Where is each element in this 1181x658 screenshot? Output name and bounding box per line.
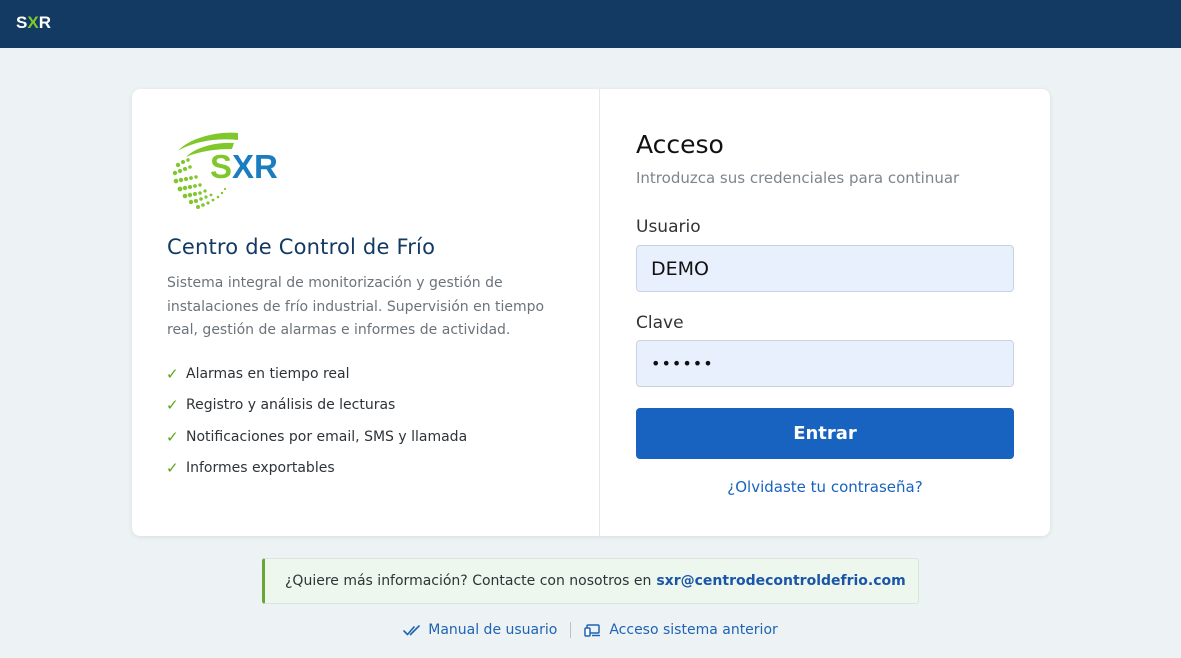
feature-label: Alarmas en tiempo real (186, 366, 350, 382)
password-input[interactable] (636, 340, 1014, 387)
top-navbar: SXR (0, 0, 1181, 48)
login-subtitle: Introduzca sus credenciales para continu… (636, 169, 960, 187)
topbar-logo-s: S (16, 13, 28, 32)
contact-info-box: ¿Quiere más información? Contacte con no… (262, 558, 919, 604)
check-icon: ✓ (166, 458, 179, 477)
password-label: Clave (636, 313, 684, 333)
topbar-logo-r: R (38, 13, 51, 32)
footer-separator (570, 622, 572, 638)
contact-email-link[interactable]: sxr@centrodecontroldefrio.com (656, 573, 905, 589)
username-input[interactable] (636, 245, 1014, 292)
check-icon: ✓ (166, 427, 179, 446)
login-title: Acceso (636, 130, 724, 159)
topbar-logo[interactable]: SXR (16, 13, 51, 33)
topbar-logo-x: X (27, 13, 39, 32)
feature-list: ✓ Alarmas en tiempo real ✓ Registro y an… (166, 363, 566, 488)
brand-description: Sistema integral de monitorización y ges… (167, 275, 545, 338)
sxr-logo-graphic: SXR (172, 132, 278, 209)
feature-label: Registro y análisis de lecturas (186, 397, 396, 414)
footer-links: Manual de usuario Acceso sistema anterio… (0, 619, 1181, 641)
card-divider (599, 89, 600, 536)
feature-item: ✓ Alarmas en tiempo real (166, 363, 566, 394)
login-card: SXR Centro de Control de Frío Sistema in… (132, 89, 1050, 536)
devices-icon (584, 624, 601, 637)
user-manual-link[interactable]: Manual de usuario (403, 622, 557, 638)
brand-logo: SXR (168, 129, 288, 213)
feature-label: Notificaciones por email, SMS y llamada (186, 428, 468, 445)
brand-title: Centro de Control de Frío (167, 235, 436, 259)
username-label: Usuario (636, 217, 701, 237)
feature-item: ✓ Notificaciones por email, SMS y llamad… (166, 426, 566, 457)
feature-item: ✓ Informes exportables (166, 457, 566, 488)
feature-label: Informes exportables (186, 459, 335, 476)
legacy-access-label: Acceso sistema anterior (609, 622, 778, 638)
logo-wordmark: SXR (210, 148, 278, 185)
login-button[interactable]: Entrar (636, 408, 1014, 459)
legacy-access-link[interactable]: Acceso sistema anterior (584, 622, 778, 638)
double-check-icon (403, 625, 421, 636)
feature-item: ✓ Registro y análisis de lecturas (166, 394, 566, 425)
check-icon: ✓ (166, 365, 179, 383)
contact-info-text: ¿Quiere más información? Contacte con no… (285, 573, 652, 589)
check-icon: ✓ (166, 396, 179, 415)
forgot-password-link[interactable]: ¿Olvidaste tu contraseña? (636, 476, 1014, 498)
user-manual-label: Manual de usuario (428, 622, 558, 638)
